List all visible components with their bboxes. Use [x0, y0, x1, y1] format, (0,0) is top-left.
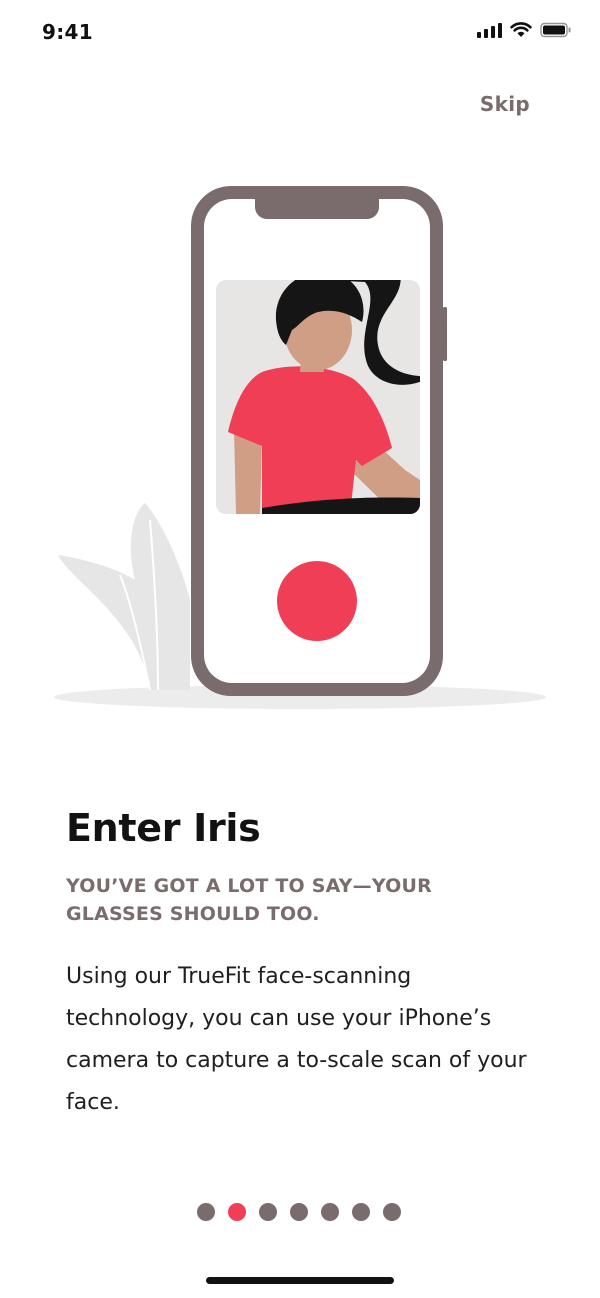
phone-notch	[255, 186, 379, 219]
leaf-decoration	[58, 503, 190, 690]
onboarding-content: Enter Iris YOU’VE GOT A LOT TO SAY—YOUR …	[66, 800, 546, 1124]
home-indicator[interactable]	[206, 1277, 394, 1284]
status-bar: 9:41	[0, 0, 600, 64]
page-dot-5[interactable]	[321, 1203, 339, 1221]
page-dot-6[interactable]	[352, 1203, 370, 1221]
page-dots	[197, 1203, 401, 1221]
status-icons	[477, 22, 572, 38]
skip-button[interactable]: Skip	[480, 92, 530, 116]
page-dot-3[interactable]	[259, 1203, 277, 1221]
phone-side-button	[443, 307, 447, 361]
page-title: Enter Iris	[66, 806, 261, 850]
battery-icon	[540, 22, 572, 38]
onboarding-illustration	[0, 170, 600, 730]
wifi-icon	[510, 22, 532, 38]
record-button	[277, 561, 357, 641]
phone-scan-illustration	[54, 186, 546, 709]
page-dot-2[interactable]	[228, 1203, 246, 1221]
signal-icon	[477, 22, 502, 38]
page-dot-4[interactable]	[290, 1203, 308, 1221]
status-time: 9:41	[42, 20, 93, 44]
page-subtitle: YOU’VE GOT A LOT TO SAY—YOUR GLASSES SHO…	[66, 875, 432, 925]
page-dot-7[interactable]	[383, 1203, 401, 1221]
page-indicator	[0, 1203, 600, 1221]
page-dot-1[interactable]	[197, 1203, 215, 1221]
page-description: Using our TrueFit face-scanning technolo…	[66, 964, 527, 1115]
